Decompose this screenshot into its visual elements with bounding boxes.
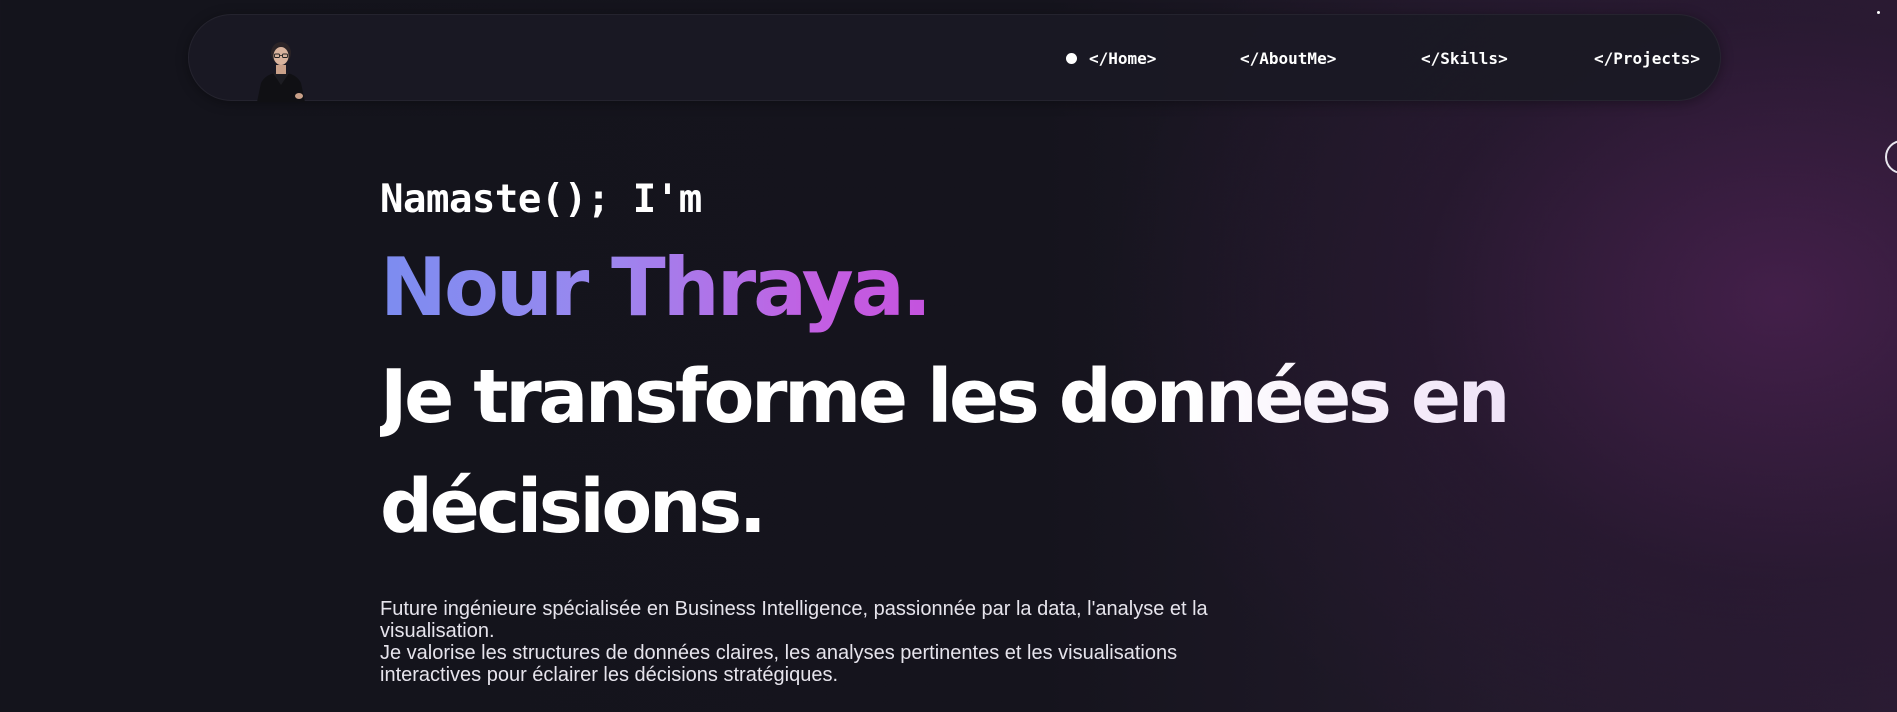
nav-link-home[interactable]: </Home> [1089,49,1156,68]
hero-name: Nour Thraya. [380,241,932,334]
decorative-dot [1877,11,1880,14]
hero-section: Namaste(); I'm Nour Thraya. Je transform… [380,176,1580,686]
hero-description: Future ingénieure spécialisée en Busines… [380,598,1260,686]
description-line-2: Je valorise les structures de données cl… [380,642,1178,686]
top-navbar: </Home> </AboutMe> </Skills> </Projects> [188,14,1721,102]
hero-headline: Je transforme les données en décisions. [380,342,1520,562]
hero-greeting: Namaste(); I'm [380,177,702,222]
description-line-1: Future ingénieure spécialisée en Busines… [380,598,1208,642]
nav-links: </Home> </AboutMe> </Skills> </Projects> [189,15,1720,102]
nav-link-projects[interactable]: </Projects> [1594,49,1700,68]
active-indicator-dot [1066,53,1077,64]
side-scroll-button[interactable] [1885,140,1897,174]
nav-link-aboutme[interactable]: </AboutMe> [1240,49,1336,68]
nav-link-skills[interactable]: </Skills> [1421,49,1508,68]
